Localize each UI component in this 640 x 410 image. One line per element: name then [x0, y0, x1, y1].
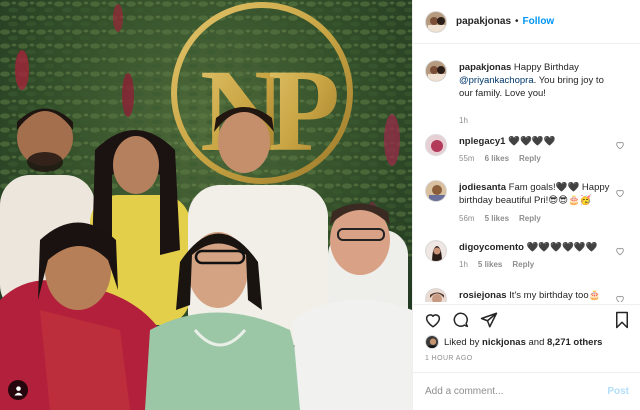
comment-avatar[interactable]	[425, 134, 447, 156]
heart-icon[interactable]	[424, 311, 442, 329]
post-comment-button[interactable]: Post	[607, 386, 629, 397]
paper-plane-icon[interactable]	[480, 311, 498, 329]
comment-like-heart-icon[interactable]	[615, 294, 625, 302]
likes-summary: Liked by nickjonas and 8,271 others	[425, 335, 602, 349]
post-header: papakjonas • Follow	[413, 0, 640, 44]
comment-like-heart-icon[interactable]	[615, 140, 625, 150]
comment-content: 🖤🖤🖤🖤	[508, 136, 556, 147]
post-timestamp[interactable]: 1 HOUR AGO	[425, 355, 473, 362]
comment-content: 🖤🖤🖤🖤🖤🖤	[526, 242, 598, 253]
comment-like-count[interactable]: 5 likes	[478, 260, 502, 269]
caption-meta: 1h	[459, 116, 468, 125]
comment-bubble-icon[interactable]	[452, 311, 470, 329]
comment-like-heart-icon[interactable]	[615, 246, 625, 256]
comment-avatar[interactable]	[425, 288, 447, 302]
caption-text-before: Happy Birthday	[511, 62, 579, 73]
likes-middle: and	[525, 336, 547, 348]
header-separator: •	[515, 16, 519, 27]
liker-avatar[interactable]	[425, 335, 439, 349]
liked-by-user[interactable]: nickjonas	[482, 337, 526, 348]
comment-meta: 56m 5 likes Reply	[459, 214, 541, 223]
comment-username[interactable]: digoycomento	[459, 242, 524, 253]
author-avatar[interactable]	[425, 10, 447, 33]
comment-input[interactable]	[425, 386, 608, 397]
comment-content: It's my birthday too🎂	[509, 290, 601, 301]
comment-like-heart-icon[interactable]	[615, 188, 625, 198]
comment-username[interactable]: rosiejonas	[459, 290, 507, 301]
instagram-post: N P	[0, 0, 640, 410]
comment-time[interactable]: 1h	[459, 260, 468, 269]
comment-meta: 55m 6 likes Reply	[459, 154, 541, 163]
comment-time[interactable]: 56m	[459, 214, 475, 223]
user-tag-icon	[13, 385, 23, 396]
action-icons-row	[424, 311, 630, 335]
caption-time[interactable]: 1h	[459, 116, 468, 125]
post-photo[interactable]: N P	[0, 0, 412, 410]
comments-list[interactable]: papakjonas Happy Birthday @priyankachopr…	[413, 52, 640, 302]
follow-button[interactable]: Follow	[523, 16, 555, 27]
comment-reply-button[interactable]: Reply	[512, 260, 534, 269]
comment-text: nplegacy1 🖤🖤🖤🖤	[459, 135, 613, 148]
comment-avatar[interactable]	[425, 180, 447, 202]
comment-meta: 1h 5 likes Reply	[459, 260, 534, 269]
comment-text: jodiesanta Fam goals!🖤🖤 Happy birthday b…	[459, 181, 613, 207]
bookmark-icon[interactable]	[614, 311, 630, 329]
add-comment-bar: Post	[413, 372, 640, 410]
comment-text: rosiejonas It's my birthday too🎂	[459, 289, 613, 302]
caption-avatar[interactable]	[425, 60, 447, 82]
user-tags-button[interactable]	[8, 380, 28, 400]
comment-username[interactable]: nplegacy1	[459, 136, 505, 147]
comment-like-count[interactable]: 6 likes	[485, 154, 509, 163]
likes-prefix: Liked by	[444, 336, 480, 348]
likes-others-count[interactable]: 8,271 others	[547, 337, 602, 348]
comment-like-count[interactable]: 5 likes	[485, 214, 509, 223]
comment-username[interactable]: jodiesanta	[459, 182, 506, 193]
comment-reply-button[interactable]: Reply	[519, 154, 541, 163]
comment-time[interactable]: 55m	[459, 154, 475, 163]
monogram-p: P	[268, 45, 340, 176]
post-sidebar: papakjonas • Follow papakjonas Happy Bir…	[412, 0, 640, 410]
author-username[interactable]: papakjonas	[456, 16, 511, 27]
caption-mention-link[interactable]: @priyankachopra	[459, 75, 534, 86]
comment-reply-button[interactable]: Reply	[519, 214, 541, 223]
comment-avatar[interactable]	[425, 240, 447, 262]
comment-text: digoycomento 🖤🖤🖤🖤🖤🖤	[459, 241, 613, 254]
caption-text: papakjonas Happy Birthday @priyankachopr…	[459, 61, 613, 100]
caption-username[interactable]: papakjonas	[459, 62, 511, 73]
family-photo-image: N P	[0, 0, 412, 410]
